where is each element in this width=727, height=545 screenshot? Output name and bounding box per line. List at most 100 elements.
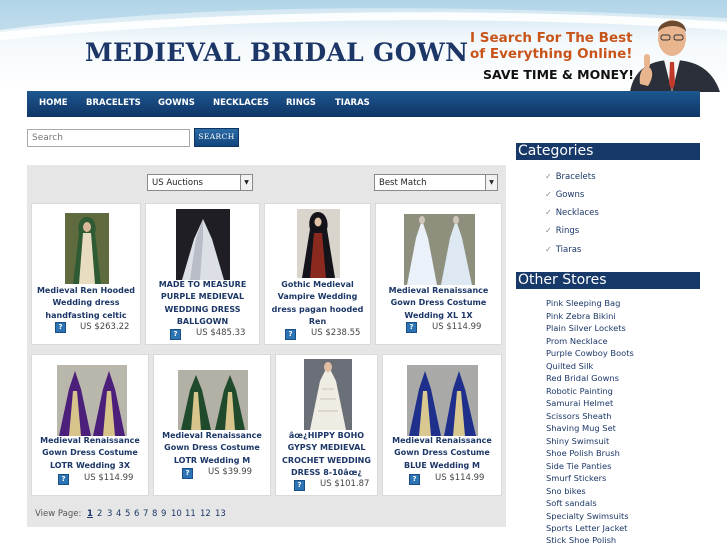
store-link[interactable]: Side Tie Panties [546,461,611,471]
nav-home[interactable]: HOME [39,98,68,108]
nav-gowns[interactable]: GOWNS [158,98,195,108]
pagination: View Page: 1 2 3 4 5 6 7 8 9 10 11 12 13 [27,501,506,527]
page-link-current[interactable]: 1 [87,509,93,519]
product-title[interactable]: MADE TO MEASURE PURPLE MEDIEVAL WEDDING … [150,279,255,328]
store-link[interactable]: Pink Zebra Bikini [546,311,616,321]
page-link[interactable]: 8 [152,509,157,519]
product-card[interactable]: Gothic Medieval Vampire Wedding dress pa… [264,203,371,345]
page-link[interactable]: 11 [185,509,196,519]
promo-line-2: of Everything Online! [470,46,633,62]
product-card[interactable]: Medieval Renaissance Gown Dress Costume … [153,354,271,496]
info-icon[interactable]: ? [285,329,296,340]
info-icon[interactable]: ? [406,322,417,333]
store-link[interactable]: Red Bridal Gowns [546,373,619,383]
store-link[interactable]: Smurf Stickers [546,473,606,483]
product-image[interactable] [304,359,352,430]
checkmark-icon: ✓ [545,190,552,199]
product-title[interactable]: Gothic Medieval Vampire Wedding dress pa… [269,279,366,328]
product-image[interactable] [297,209,340,278]
nav-necklaces[interactable]: NECKLACES [213,98,269,108]
product-title[interactable]: Medieval Ren Hooded Wedding dress handfa… [36,285,136,322]
product-title[interactable]: Medieval Renaissance Gown Dress Costume … [158,430,266,467]
nav-tiaras[interactable]: TIARAS [335,98,370,108]
page-link[interactable]: 3 [107,509,112,519]
product-title[interactable]: âœ¿HIPPY BOHO GYPSY MEDIEVAL CROCHET WED… [280,430,373,479]
store-link[interactable]: Sports Letter Jacket [546,523,627,533]
page-link[interactable]: 4 [116,509,121,519]
category-link-necklaces[interactable]: ✓ Necklaces [545,208,599,218]
product-title[interactable]: Medieval Renaissance Gown Dress Costume … [387,435,497,472]
store-link[interactable]: Shoe Polish Brush [546,448,620,458]
page-link[interactable]: 5 [125,509,130,519]
product-image[interactable] [57,365,127,436]
store-link[interactable]: Soft sandals [546,498,597,508]
auction-source-select[interactable]: US Auctions ▼ [147,174,253,191]
store-link[interactable]: Shiny Swimsuit [546,436,609,446]
nav-bracelets[interactable]: BRACELETS [86,98,141,108]
page-link[interactable]: 2 [97,509,102,519]
category-link-bracelets[interactable]: ✓ Bracelets [545,172,596,182]
sort-select[interactable]: Best Match ▼ [374,174,498,191]
category-label: Bracelets [555,172,596,182]
product-image[interactable] [407,365,478,436]
product-card[interactable]: MADE TO MEASURE PURPLE MEDIEVAL WEDDING … [145,203,260,345]
store-link[interactable]: Purple Cowboy Boots [546,348,634,358]
info-icon[interactable]: ? [170,329,181,340]
product-image[interactable] [178,370,248,430]
product-image[interactable] [65,213,109,284]
product-card[interactable]: Medieval Ren Hooded Wedding dress handfa… [31,203,141,345]
promo-banner: I Search For The Best of Everything Onli… [470,30,633,62]
category-label: Gowns [555,190,585,200]
store-link[interactable]: Prom Necklace [546,336,608,346]
category-link-gowns[interactable]: ✓ Gowns [545,190,584,200]
page-link[interactable]: 6 [134,509,139,519]
page-link[interactable]: 10 [171,509,182,519]
store-link[interactable]: Pink Sleeping Bag [546,298,620,308]
store-link[interactable]: Stick Shoe Polish [546,535,616,545]
store-link[interactable]: Scissors Sheath [546,411,611,421]
store-link[interactable]: Robotic Painting [546,386,613,396]
info-icon[interactable]: ? [55,322,66,333]
product-card[interactable]: Medieval Renaissance Gown Dress Costume … [375,203,502,345]
checkmark-icon: ✓ [545,245,552,254]
category-link-tiaras[interactable]: ✓ Tiaras [545,245,581,255]
chevron-down-icon: ▼ [485,175,497,190]
product-title[interactable]: Medieval Renaissance Gown Dress Costume … [380,285,497,322]
store-link[interactable]: Plain Silver Lockets [546,323,626,333]
promo-tagline: SAVE TIME & MONEY! [483,67,634,82]
product-price: US $485.33 [196,328,246,338]
product-card[interactable]: Medieval Renaissance Gown Dress Costume … [31,354,149,496]
product-price: US $114.99 [84,473,134,483]
store-link[interactable]: Sno bikes [546,486,586,496]
product-title[interactable]: Medieval Renaissance Gown Dress Costume … [36,435,144,472]
store-link[interactable]: Quilted Silk [546,361,593,371]
info-icon[interactable]: ? [58,474,69,485]
site-title[interactable]: MEDIEVAL BRIDAL GOWN [85,38,468,67]
site-header: MEDIEVAL BRIDAL GOWN I Search For The Be… [0,0,727,92]
search-button[interactable]: SEARCH [194,128,239,147]
search-input[interactable] [27,129,190,147]
product-card[interactable]: Medieval Renaissance Gown Dress Costume … [382,354,502,496]
store-link[interactable]: Shaving Mug Set [546,423,616,433]
product-price: US $114.99 [432,322,482,332]
store-link[interactable]: Samurai Helmet [546,398,613,408]
nav-rings[interactable]: RINGS [286,98,316,108]
product-card[interactable]: âœ¿HIPPY BOHO GYPSY MEDIEVAL CROCHET WED… [275,354,378,496]
sort-value: Best Match [379,178,427,188]
auction-source-value: US Auctions [152,178,203,188]
checkmark-icon: ✓ [545,226,552,235]
pager-label: View Page: [35,509,82,519]
info-icon[interactable]: ? [182,468,193,479]
store-link[interactable]: Specialty Swimsuits [546,511,629,521]
page-link[interactable]: 12 [200,509,211,519]
product-image[interactable] [404,214,475,285]
page-link[interactable]: 13 [215,509,226,519]
category-link-rings[interactable]: ✓ Rings [545,226,579,236]
info-icon[interactable]: ? [294,480,305,491]
product-price: US $39.99 [208,467,253,477]
page-link[interactable]: 9 [161,509,166,519]
page-link[interactable]: 7 [143,509,148,519]
info-icon[interactable]: ? [409,474,420,485]
product-price: US $263.22 [80,322,130,332]
product-image[interactable] [176,209,230,280]
